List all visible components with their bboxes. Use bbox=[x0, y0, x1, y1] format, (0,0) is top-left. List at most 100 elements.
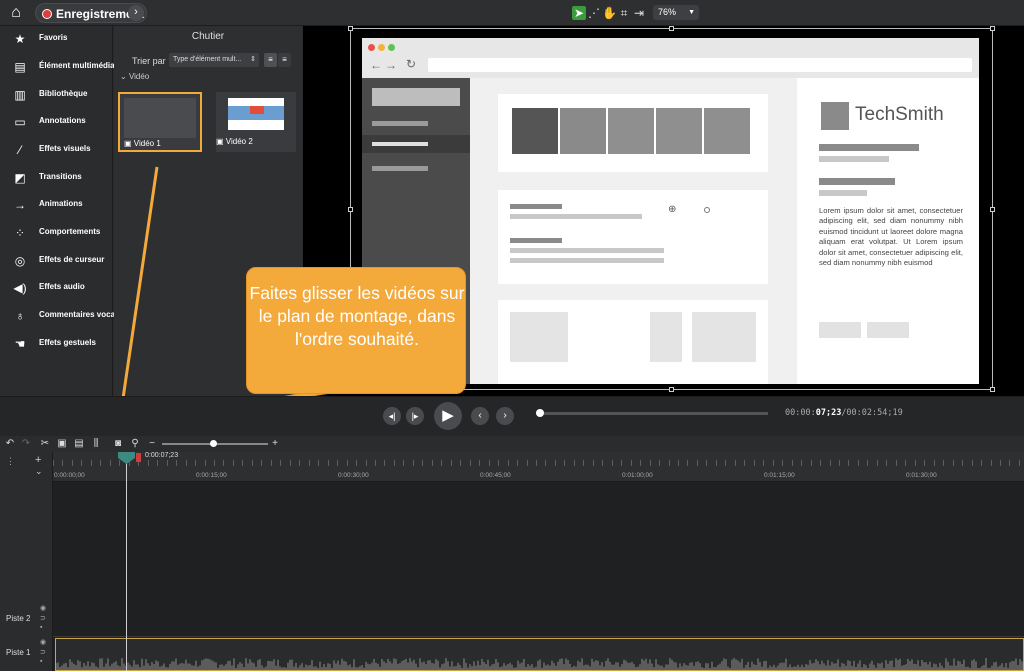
resize-handle[interactable] bbox=[669, 387, 674, 392]
logo-text: TechSmith bbox=[855, 104, 944, 125]
back-arrow-icon: ← bbox=[370, 58, 382, 72]
lock-icon[interactable]: ⊃ bbox=[40, 614, 46, 622]
ruler-tick bbox=[763, 460, 765, 466]
playback-controls: ◂| |▸ ▶ ‹ › 00:00:07;23/00:02:54;19 bbox=[0, 396, 1024, 436]
lock-icon[interactable]: ▪ bbox=[40, 658, 42, 665]
record-button[interactable]: Enregistrement › bbox=[35, 3, 147, 23]
visibility-icon[interactable]: ◉ bbox=[40, 638, 46, 646]
ruler-tick bbox=[460, 460, 462, 466]
sidebar-item-library[interactable]: ▥ Bibliothèque bbox=[0, 82, 113, 108]
sort-descending-icon[interactable]: ≡ bbox=[278, 53, 291, 67]
sidebar-item-audio-effects[interactable]: ◀) Effets audio bbox=[0, 275, 113, 301]
play-button[interactable]: ▶ bbox=[434, 402, 462, 430]
audio-clip[interactable] bbox=[55, 638, 1024, 671]
next-icon[interactable]: › bbox=[496, 407, 514, 425]
chevron-right-icon[interactable]: › bbox=[128, 5, 144, 21]
resize-handle[interactable] bbox=[669, 26, 674, 31]
zoom-value: 76% bbox=[658, 7, 677, 17]
timeline-zoom-slider[interactable] bbox=[162, 440, 268, 447]
cut-icon[interactable]: ✂ bbox=[39, 437, 51, 451]
resize-handle[interactable] bbox=[990, 26, 995, 31]
film-icon: ▣ bbox=[216, 137, 226, 146]
timeline-toolbar: ↶ ↷ ✂ ▣ ▤ ⫼ ◙ ⚲ − + bbox=[0, 436, 1024, 452]
edit-points-icon[interactable]: ⋰ bbox=[587, 6, 601, 20]
ruler-tick bbox=[744, 460, 746, 466]
sidebar-item-annotations[interactable]: ▭ Annotations bbox=[0, 109, 113, 135]
add-track-icon[interactable]: + bbox=[35, 454, 41, 466]
ruler-tick bbox=[62, 460, 64, 466]
track-label: Piste 2 bbox=[6, 614, 31, 623]
ruler-tick bbox=[412, 460, 414, 466]
ruler-tick bbox=[299, 460, 301, 466]
nav-line bbox=[372, 142, 428, 146]
ruler-tick bbox=[630, 460, 632, 466]
copy-icon[interactable]: ▣ bbox=[56, 437, 68, 451]
browser-right-panel: TechSmith Lorem ipsum dolor sit amet, co… bbox=[797, 78, 979, 384]
snapshot-icon[interactable]: ◙ bbox=[112, 437, 124, 451]
scrub-knob[interactable] bbox=[536, 409, 544, 417]
paste-icon[interactable]: ▤ bbox=[73, 437, 85, 451]
ruler-tick bbox=[195, 460, 197, 466]
playhead-end-marker[interactable] bbox=[136, 453, 141, 462]
ruler-tick bbox=[753, 460, 755, 466]
sidebar-item-media[interactable]: ▤ Élément multimédia bbox=[0, 54, 114, 80]
ruler-tick bbox=[554, 460, 556, 466]
scrub-bar[interactable] bbox=[536, 409, 768, 417]
sidebar-item-voice-narration[interactable]: ♁ Commentaires vocaux bbox=[0, 303, 125, 329]
sidebar-item-behaviors[interactable]: ⁘ Comportements bbox=[0, 220, 113, 246]
timeline-ruler[interactable]: 0:00:00;00 0:00:15;00 0:00:30;00 0:00:45… bbox=[53, 452, 1024, 482]
time-total: /00:02:54;19 bbox=[841, 408, 903, 418]
media-item-video-1[interactable]: ▣ Vidéo 1 bbox=[118, 92, 202, 152]
sidebar-item-cursor-effects[interactable]: ◎ Effets de curseur bbox=[0, 248, 113, 274]
lock-icon[interactable]: ▪ bbox=[40, 624, 42, 631]
ruler-tick bbox=[725, 460, 727, 466]
slider-knob[interactable] bbox=[210, 440, 217, 447]
sidebar-item-label: Effets gestuels bbox=[39, 338, 96, 347]
pan-hand-icon[interactable]: ✋ bbox=[602, 6, 617, 20]
ruler-tick bbox=[365, 460, 367, 466]
redo-icon[interactable]: ↷ bbox=[20, 437, 32, 451]
track-label: Piste 1 bbox=[6, 648, 31, 657]
ruler-tick bbox=[895, 460, 897, 466]
sidebar-item-animations[interactable]: → Animations bbox=[0, 192, 113, 218]
ruler-tick bbox=[431, 460, 433, 466]
zoom-in-icon[interactable]: + bbox=[269, 437, 281, 451]
transition-icon: ◩ bbox=[14, 171, 26, 185]
sidebar-item-transitions[interactable]: ◩ Transitions bbox=[0, 165, 113, 191]
magnet-icon[interactable]: ⋮ bbox=[6, 456, 15, 467]
split-icon[interactable]: ⫼ bbox=[90, 437, 102, 451]
ruler-tick bbox=[649, 460, 651, 466]
sidebar-item-visual-effects[interactable]: ⁄ Effets visuels bbox=[0, 137, 113, 163]
ruler-tick bbox=[801, 460, 803, 466]
crop-icon[interactable]: ⌗ bbox=[617, 6, 631, 20]
lock-icon[interactable]: ⊃ bbox=[40, 648, 46, 656]
ruler-tick bbox=[526, 460, 528, 466]
sidebar-item-label: Effets visuels bbox=[39, 144, 91, 153]
playhead-line[interactable] bbox=[126, 452, 127, 671]
zoom-out-icon[interactable]: − bbox=[146, 437, 158, 451]
undo-icon[interactable]: ↶ bbox=[4, 437, 16, 451]
group-header[interactable]: ⌄ Vidéo bbox=[120, 72, 149, 81]
resize-handle[interactable] bbox=[348, 26, 353, 31]
media-item-video-2[interactable]: ▣ Vidéo 2 bbox=[216, 92, 296, 152]
ruler-tick bbox=[53, 460, 54, 466]
step-forward-icon[interactable]: |▸ bbox=[406, 407, 424, 425]
sidebar-item-gesture-effects[interactable]: ☚ Effets gestuels bbox=[0, 331, 113, 357]
resize-handle[interactable] bbox=[990, 207, 995, 212]
ruler-tick bbox=[327, 460, 329, 466]
zoom-search-icon[interactable]: ⚲ bbox=[129, 437, 141, 451]
home-icon[interactable]: ⌂ bbox=[6, 4, 26, 22]
fit-canvas-icon[interactable]: ⇥ bbox=[632, 6, 646, 20]
ruler-label: 0:01:15;00 bbox=[764, 472, 795, 479]
sidebar-item-favoris[interactable]: ★ Favoris bbox=[0, 26, 113, 52]
resize-handle[interactable] bbox=[348, 207, 353, 212]
previous-icon[interactable]: ‹ bbox=[471, 407, 489, 425]
zoom-select[interactable]: 76% ▼ bbox=[653, 5, 699, 20]
resize-handle[interactable] bbox=[990, 387, 995, 392]
visibility-icon[interactable]: ◉ bbox=[40, 604, 46, 612]
step-back-icon[interactable]: ◂| bbox=[383, 407, 401, 425]
collapse-tracks-icon[interactable]: ⌄ bbox=[35, 466, 43, 477]
select-arrow-icon[interactable]: ➤ bbox=[572, 6, 586, 20]
sort-ascending-icon[interactable]: ≡ bbox=[264, 53, 277, 67]
sort-select[interactable]: Type d'élément mult... ⇕ bbox=[169, 53, 259, 67]
